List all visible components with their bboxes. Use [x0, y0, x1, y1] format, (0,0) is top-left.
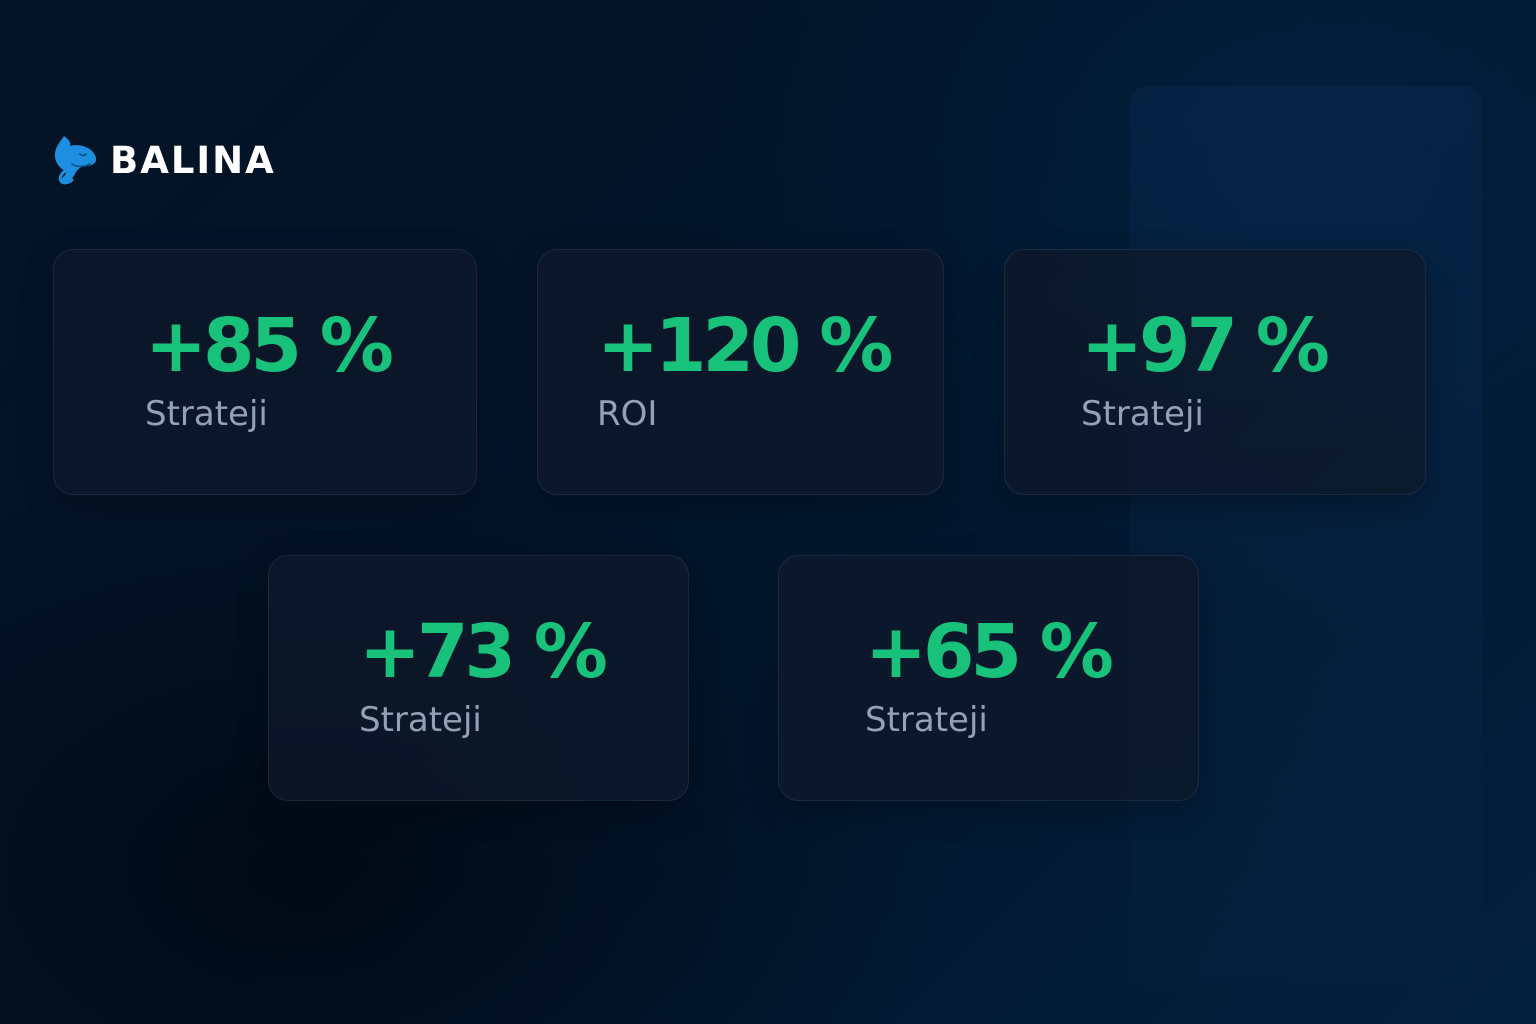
stat-label: Strateji: [145, 394, 268, 434]
brand-name: BALINA: [110, 138, 276, 182]
stat-value: +65 %: [865, 609, 1114, 695]
stat-card-strategy-73[interactable]: +73 % Strateji: [268, 555, 689, 801]
background-panel: [1130, 86, 1482, 986]
stat-card-strategy-65[interactable]: +65 % Strateji: [778, 555, 1199, 801]
whale-icon: [54, 136, 97, 185]
brand: BALINA: [52, 132, 276, 188]
stat-card-strategy-85[interactable]: +85 % Strateji: [53, 249, 477, 495]
stat-label: Strateji: [1081, 394, 1204, 434]
stat-card-roi-120[interactable]: +120 % ROI: [537, 249, 944, 495]
stat-value: +97 %: [1081, 303, 1330, 389]
stat-label: Strateji: [865, 700, 988, 740]
stat-value: +73 %: [359, 609, 608, 695]
stat-label: Strateji: [359, 700, 482, 740]
stat-card-strategy-97[interactable]: +97 % Strateji: [1004, 249, 1426, 495]
stat-value: +85 %: [145, 303, 394, 389]
stat-label: ROI: [597, 394, 658, 434]
stat-value: +120 %: [597, 303, 893, 389]
